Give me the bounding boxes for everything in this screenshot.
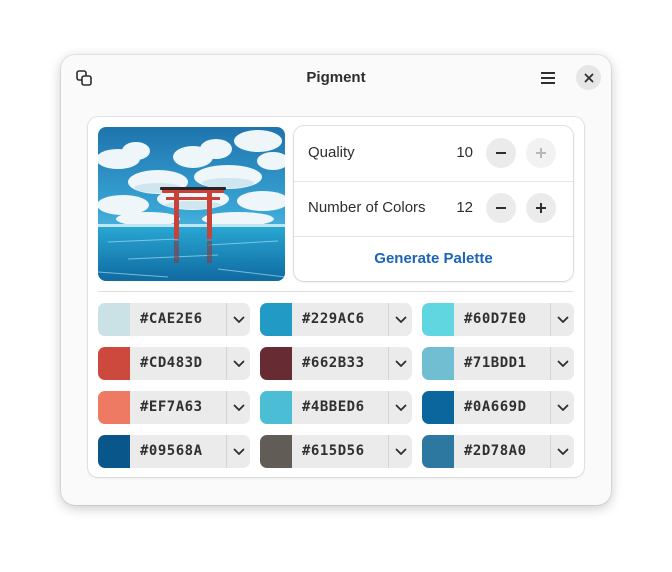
chevron-down-icon bbox=[395, 316, 406, 323]
chevron-down-icon bbox=[233, 448, 244, 455]
color-format-dropdown-button[interactable] bbox=[389, 391, 412, 424]
color-swatch[interactable]: #662B33 bbox=[260, 347, 412, 380]
color-chip bbox=[98, 303, 130, 336]
color-swatch[interactable]: #2D78A0 bbox=[422, 435, 574, 468]
window-title: Pigment bbox=[306, 69, 366, 86]
number-of-colors-value: 12 bbox=[456, 199, 473, 216]
color-chip bbox=[260, 347, 292, 380]
chevron-down-icon bbox=[233, 404, 244, 411]
chevron-down-icon bbox=[557, 448, 568, 455]
color-swatch[interactable]: #60D7E0 bbox=[422, 303, 574, 336]
color-swatch[interactable]: #4BBED6 bbox=[260, 391, 412, 424]
color-format-dropdown-button[interactable] bbox=[227, 391, 250, 424]
color-chip bbox=[260, 391, 292, 424]
minus-icon bbox=[496, 152, 506, 154]
color-swatch[interactable]: #229AC6 bbox=[260, 303, 412, 336]
quality-label: Quality bbox=[308, 144, 355, 161]
torii-gate-picture bbox=[98, 127, 285, 281]
number-of-colors-label: Number of Colors bbox=[308, 199, 426, 216]
colors-decrease-button[interactable] bbox=[486, 193, 516, 223]
pigment-window: Pigment Quality 10 Number of Colors 12 G… bbox=[61, 55, 611, 505]
color-hex-label[interactable]: #615D56 bbox=[302, 443, 365, 459]
chevron-down-icon bbox=[395, 360, 406, 367]
color-swatch[interactable]: #615D56 bbox=[260, 435, 412, 468]
colors-increase-button[interactable] bbox=[526, 193, 556, 223]
color-chip bbox=[260, 303, 292, 336]
color-chip bbox=[98, 391, 130, 424]
minus-icon bbox=[496, 207, 506, 209]
quality-increase-button[interactable] bbox=[526, 138, 556, 168]
color-format-dropdown-button[interactable] bbox=[551, 435, 574, 468]
source-image[interactable] bbox=[98, 127, 285, 281]
color-hex-label[interactable]: #229AC6 bbox=[302, 311, 365, 327]
chevron-down-icon bbox=[233, 316, 244, 323]
color-chip bbox=[422, 391, 454, 424]
plus-icon bbox=[536, 148, 546, 158]
color-chip bbox=[422, 435, 454, 468]
number-of-colors-row: Number of Colors 12 bbox=[294, 181, 573, 237]
color-hex-label[interactable]: #CD483D bbox=[140, 355, 203, 371]
close-button[interactable] bbox=[576, 65, 601, 90]
color-swatch[interactable]: #0A669D bbox=[422, 391, 574, 424]
chevron-down-icon bbox=[395, 404, 406, 411]
color-format-dropdown-button[interactable] bbox=[227, 435, 250, 468]
chevron-down-icon bbox=[557, 360, 568, 367]
color-format-dropdown-button[interactable] bbox=[551, 391, 574, 424]
color-format-dropdown-button[interactable] bbox=[389, 435, 412, 468]
color-format-dropdown-button[interactable] bbox=[389, 303, 412, 336]
quality-row: Quality 10 bbox=[294, 126, 573, 182]
color-hex-label[interactable]: #662B33 bbox=[302, 355, 365, 371]
color-chip bbox=[260, 435, 292, 468]
quality-decrease-button[interactable] bbox=[486, 138, 516, 168]
color-swatch[interactable]: #09568A bbox=[98, 435, 250, 468]
color-format-dropdown-button[interactable] bbox=[227, 347, 250, 380]
close-icon bbox=[584, 73, 593, 82]
color-hex-label[interactable]: #EF7A63 bbox=[140, 399, 203, 415]
quality-value: 10 bbox=[456, 144, 473, 161]
chevron-down-icon bbox=[557, 404, 568, 411]
chevron-down-icon bbox=[557, 316, 568, 323]
color-swatch[interactable]: #71BDD1 bbox=[422, 347, 574, 380]
color-chip bbox=[422, 303, 454, 336]
color-chip bbox=[98, 435, 130, 468]
color-hex-label[interactable]: #2D78A0 bbox=[464, 443, 527, 459]
settings-panel: Quality 10 Number of Colors 12 Generate … bbox=[294, 126, 573, 281]
chevron-down-icon bbox=[395, 448, 406, 455]
color-hex-label[interactable]: #4BBED6 bbox=[302, 399, 365, 415]
generate-palette-button[interactable]: Generate Palette bbox=[294, 236, 573, 281]
hamburger-menu-icon bbox=[541, 72, 555, 84]
divider bbox=[98, 291, 573, 292]
color-chip bbox=[422, 347, 454, 380]
main-menu-button[interactable] bbox=[536, 66, 560, 90]
plus-icon bbox=[536, 203, 546, 213]
color-hex-label[interactable]: #09568A bbox=[140, 443, 203, 459]
color-hex-label[interactable]: #60D7E0 bbox=[464, 311, 527, 327]
color-format-dropdown-button[interactable] bbox=[227, 303, 250, 336]
color-hex-label[interactable]: #71BDD1 bbox=[464, 355, 527, 371]
content-card: Quality 10 Number of Colors 12 Generate … bbox=[88, 117, 584, 477]
color-chip bbox=[98, 347, 130, 380]
title-bar: Pigment bbox=[61, 55, 611, 101]
color-swatch[interactable]: #EF7A63 bbox=[98, 391, 250, 424]
color-hex-label[interactable]: #CAE2E6 bbox=[140, 311, 203, 327]
chevron-down-icon bbox=[233, 360, 244, 367]
color-hex-label[interactable]: #0A669D bbox=[464, 399, 527, 415]
color-swatch[interactable]: #CD483D bbox=[98, 347, 250, 380]
color-swatch[interactable]: #CAE2E6 bbox=[98, 303, 250, 336]
color-format-dropdown-button[interactable] bbox=[551, 347, 574, 380]
color-format-dropdown-button[interactable] bbox=[551, 303, 574, 336]
color-format-dropdown-button[interactable] bbox=[389, 347, 412, 380]
